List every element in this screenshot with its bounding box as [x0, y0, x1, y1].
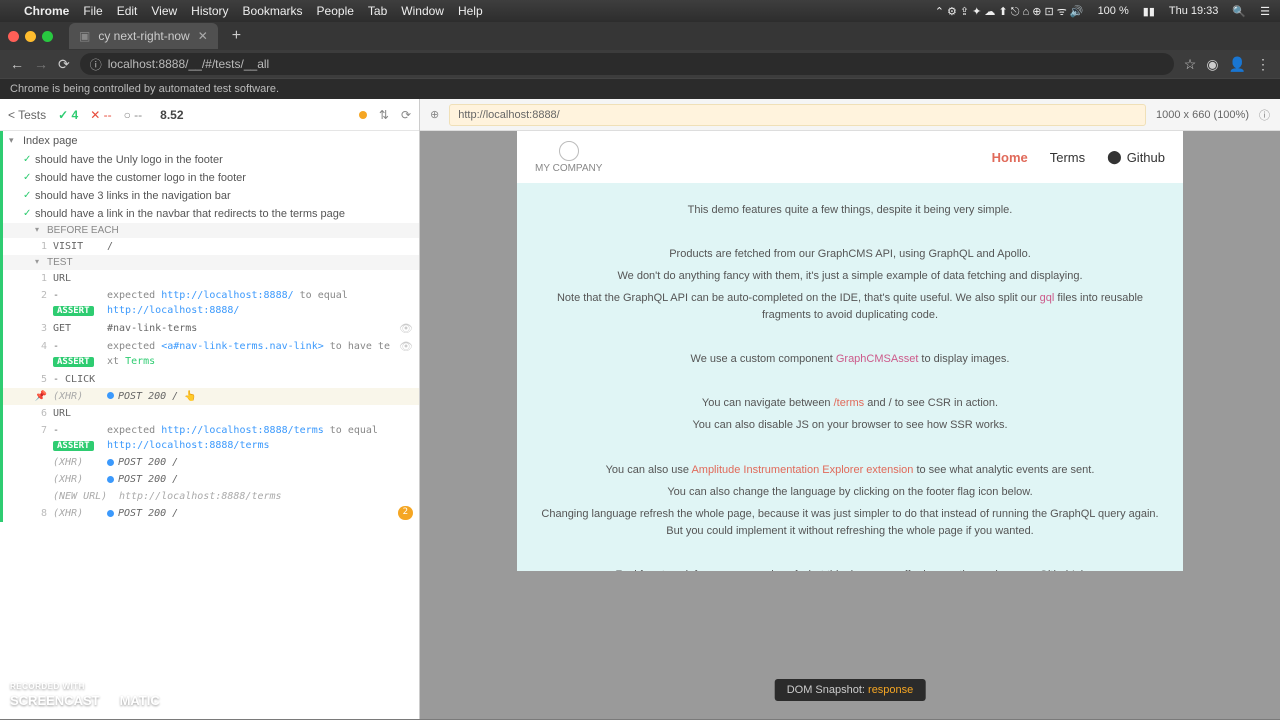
test-item[interactable]: should have the Unly logo in the footer — [0, 151, 419, 169]
tests-passed-count: ✓ 4 — [58, 108, 78, 122]
cypress-reporter: < Tests ✓ 4 ✕ -- ○ -- 8.52 ⇅ ⟳ Index pag… — [0, 99, 420, 719]
preview-dimensions: 1000 x 660 (100%) — [1156, 109, 1249, 121]
log-row-assert[interactable]: 2 - ASSERT expected http://localhost:888… — [3, 287, 419, 320]
new-tab-button[interactable]: + — [224, 27, 249, 45]
cypress-preview: ⊕ http://localhost:8888/ 1000 x 660 (100… — [420, 99, 1280, 719]
app-navbar: MY COMPANY Home Terms ⬤Github — [517, 131, 1183, 183]
log-row-xhr[interactable]: (XHR) POST 200 / — [3, 454, 419, 471]
app-hero: This demo features quite a few things, d… — [517, 183, 1183, 571]
menu-icon[interactable]: ☰ — [1260, 5, 1270, 18]
browser-toolbar: ← → ⟳ ⓘ localhost:8888/__/#/tests/__all … — [0, 50, 1280, 78]
link-gql[interactable]: gql — [1040, 292, 1055, 304]
tests-failed-count: ✕ -- — [90, 108, 111, 122]
browser-chrome: ▣ cy next-right-now ✕ + ← → ⟳ ⓘ localhos… — [0, 22, 1280, 99]
test-item-expanded[interactable]: should have a link in the navbar that re… — [0, 205, 419, 223]
forward-button: → — [34, 56, 48, 72]
menu-help[interactable]: Help — [458, 4, 483, 18]
dom-snapshot-pill: DOM Snapshot: response — [775, 679, 926, 701]
address-bar-text: localhost:8888/__/#/tests/__all — [108, 57, 269, 71]
window-controls[interactable] — [8, 31, 53, 42]
cursor-icon: 👆 — [184, 391, 196, 402]
profile-icon[interactable]: 👤 — [1229, 56, 1246, 73]
link-terms[interactable]: /terms — [834, 397, 865, 409]
tab-close-icon[interactable]: ✕ — [198, 29, 208, 43]
log-row-assert[interactable]: 7 - ASSERT expected http://localhost:888… — [3, 422, 419, 455]
suite-title[interactable]: Index page — [0, 131, 419, 151]
tests-duration: 8.52 — [160, 108, 183, 122]
test-body-label[interactable]: TEST — [3, 255, 419, 270]
sort-icon[interactable]: ⇅ — [379, 108, 389, 122]
log-row-url[interactable]: 6 URL — [3, 405, 419, 422]
xhr-count-badge: 2 — [398, 506, 413, 520]
automation-banner: Chrome is being controlled by automated … — [0, 78, 1280, 99]
log-row-xhr[interactable]: (XHR) POST 200 / — [3, 471, 419, 488]
clock: Thu 19:33 — [1169, 5, 1219, 17]
back-button[interactable]: ← — [10, 56, 24, 72]
kebab-menu-icon[interactable]: ⋮ — [1256, 56, 1270, 73]
info-icon[interactable]: ⓘ — [1259, 107, 1270, 123]
preview-viewport: MY COMPANY Home Terms ⬤Github This demo … — [420, 131, 1280, 719]
cypress-command-log[interactable]: Index page should have the Unly logo in … — [0, 131, 419, 719]
menu-history[interactable]: History — [191, 4, 228, 18]
nav-link-home[interactable]: Home — [992, 150, 1028, 165]
tab-bar: ▣ cy next-right-now ✕ + — [0, 22, 1280, 50]
browser-tab[interactable]: ▣ cy next-right-now ✕ — [69, 23, 218, 49]
log-row-xhr[interactable]: 8 (XHR) POST 200 / 2 — [3, 505, 419, 522]
tab-favicon: ▣ — [79, 29, 90, 43]
eye-icon: 👁 — [393, 321, 413, 338]
preview-url-bar[interactable]: http://localhost:8888/ — [449, 104, 1146, 126]
eye-icon: 👁 — [393, 339, 413, 356]
nav-link-terms[interactable]: Terms — [1050, 150, 1085, 165]
address-bar[interactable]: ⓘ localhost:8888/__/#/tests/__all — [80, 53, 1174, 75]
menubar-app[interactable]: Chrome — [24, 4, 69, 18]
link-amplitude[interactable]: Amplitude Instrumentation Explorer exten… — [691, 464, 913, 476]
star-icon[interactable]: ☆ — [1184, 56, 1197, 73]
log-row-url[interactable]: 1 URL — [3, 270, 419, 287]
extension-icon[interactable]: ◉ — [1206, 56, 1218, 73]
log-row-click[interactable]: 5 - CLICK — [3, 371, 419, 388]
preview-toolbar: ⊕ http://localhost:8888/ 1000 x 660 (100… — [420, 99, 1280, 131]
tab-title: cy next-right-now — [98, 29, 189, 43]
selector-playground-icon[interactable]: ⊕ — [430, 108, 439, 121]
app-logo: MY COMPANY — [535, 141, 602, 174]
log-row-get[interactable]: 3 GET #nav-link-terms 👁 — [3, 320, 419, 339]
menu-window[interactable]: Window — [401, 4, 444, 18]
log-row-visit[interactable]: 1 VISIT / — [3, 238, 419, 255]
app-under-test[interactable]: MY COMPANY Home Terms ⬤Github This demo … — [517, 131, 1183, 571]
test-item[interactable]: should have the customer logo in the foo… — [0, 169, 419, 187]
link-graphcmsasset[interactable]: GraphCMSAsset — [836, 353, 919, 365]
tests-back-link[interactable]: < Tests — [8, 108, 46, 122]
log-row-assert[interactable]: 4 - ASSERT expected <a#nav-link-terms.na… — [3, 338, 419, 371]
menu-edit[interactable]: Edit — [117, 4, 138, 18]
macos-menubar: Chrome File Edit View History Bookmarks … — [0, 0, 1280, 22]
battery-icon: ▮▮ — [1143, 5, 1155, 18]
search-icon[interactable]: 🔍 — [1232, 5, 1246, 18]
log-row-xhr-hover[interactable]: 📌 (XHR) POST 200 / 👆 — [3, 388, 419, 405]
tests-pending-count: ○ -- — [124, 108, 143, 122]
github-icon: ⬤ — [1107, 149, 1122, 165]
menu-tab[interactable]: Tab — [368, 4, 387, 18]
battery-pct: 100 % — [1098, 5, 1129, 17]
before-each-label[interactable]: BEFORE EACH — [3, 223, 419, 238]
menu-bookmarks[interactable]: Bookmarks — [243, 4, 303, 18]
menu-people[interactable]: People — [317, 4, 354, 18]
status-icons: ⌃ ⚙ ⇪ ✦ ☁ ⬆ ⎋ ⌂ ⊕ ⊡ ᯤ 🔊 — [935, 4, 1084, 19]
site-info-icon[interactable]: ⓘ — [90, 56, 102, 73]
reload-button[interactable]: ⟳ — [58, 56, 70, 73]
test-item[interactable]: should have 3 links in the navigation ba… — [0, 187, 419, 205]
rerun-icon[interactable]: ⟳ — [401, 108, 411, 122]
status-dot-icon — [359, 111, 367, 119]
menu-view[interactable]: View — [151, 4, 177, 18]
cypress-header: < Tests ✓ 4 ✕ -- ○ -- 8.52 ⇅ ⟳ — [0, 99, 419, 131]
recording-watermark: RECORDED WITH SCREENCASTMATIC — [10, 681, 160, 710]
nav-link-github[interactable]: ⬤Github — [1107, 149, 1165, 165]
log-row-newurl[interactable]: (NEW URL) http://localhost:8888/terms — [3, 488, 419, 505]
menu-file[interactable]: File — [83, 4, 102, 18]
cypress-app: < Tests ✓ 4 ✕ -- ○ -- 8.52 ⇅ ⟳ Index pag… — [0, 99, 1280, 719]
